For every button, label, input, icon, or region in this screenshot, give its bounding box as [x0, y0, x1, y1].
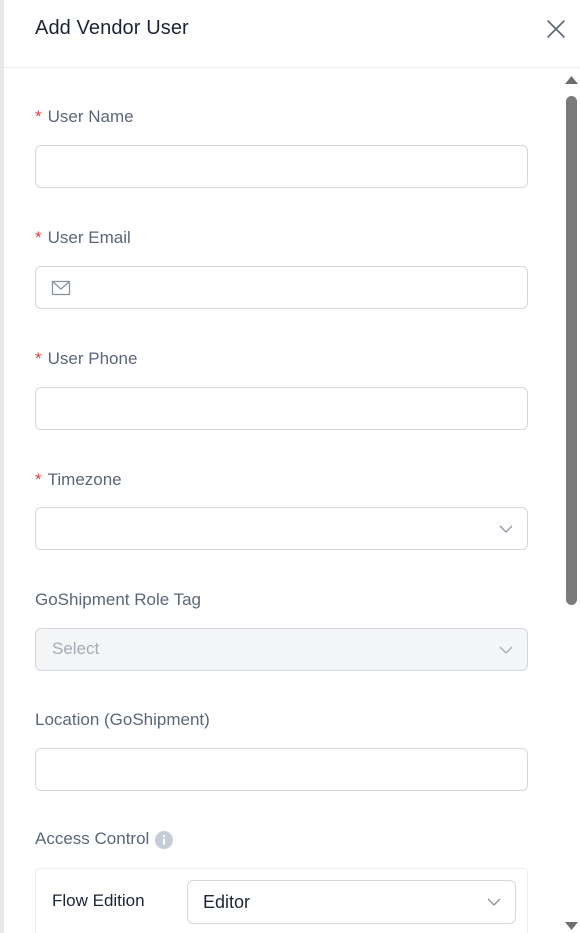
- user-email-input[interactable]: [35, 266, 528, 309]
- timezone-label: * Timezone: [35, 470, 122, 489]
- flow-edition-value: Editor: [203, 892, 251, 912]
- scrollbar-thumb[interactable]: [566, 96, 577, 605]
- location-label: Location (GoShipment): [35, 710, 210, 729]
- required-marker: *: [35, 470, 42, 489]
- scroll-down-arrow-icon[interactable]: [563, 920, 580, 932]
- mail-icon: [51, 280, 71, 296]
- user-email-label: * User Email: [35, 228, 131, 247]
- user-phone-input[interactable]: [35, 387, 528, 430]
- user-name-input[interactable]: [35, 145, 528, 188]
- required-marker: *: [35, 228, 42, 247]
- role-tag-label: GoShipment Role Tag: [35, 590, 202, 609]
- close-icon: [547, 20, 565, 38]
- info-icon[interactable]: [155, 830, 174, 849]
- required-marker: *: [35, 107, 42, 126]
- required-marker: *: [35, 349, 42, 368]
- user-name-label: * User Name: [35, 107, 134, 126]
- location-input[interactable]: [35, 748, 528, 791]
- flow-edition-label: Flow Edition: [52, 891, 145, 910]
- chevron-down-icon: [499, 646, 513, 654]
- flow-edition-select[interactable]: Editor: [187, 880, 516, 924]
- vertical-scrollbar[interactable]: [563, 72, 580, 933]
- user-phone-label: * User Phone: [35, 349, 138, 368]
- dialog-title: Add Vendor User: [35, 17, 189, 39]
- chevron-down-icon: [487, 898, 501, 906]
- dialog-left-edge: [0, 0, 4, 933]
- timezone-select[interactable]: [35, 507, 528, 550]
- role-tag-select[interactable]: Select: [35, 628, 528, 671]
- scroll-up-arrow-icon[interactable]: [563, 74, 580, 86]
- access-control-label: Access Control: [35, 829, 174, 849]
- access-control-panel: Flow Edition Editor: [35, 868, 528, 933]
- role-tag-placeholder: Select: [52, 639, 100, 658]
- chevron-down-icon: [499, 525, 513, 533]
- close-button[interactable]: [544, 17, 568, 41]
- dialog-header: Add Vendor User: [4, 0, 580, 68]
